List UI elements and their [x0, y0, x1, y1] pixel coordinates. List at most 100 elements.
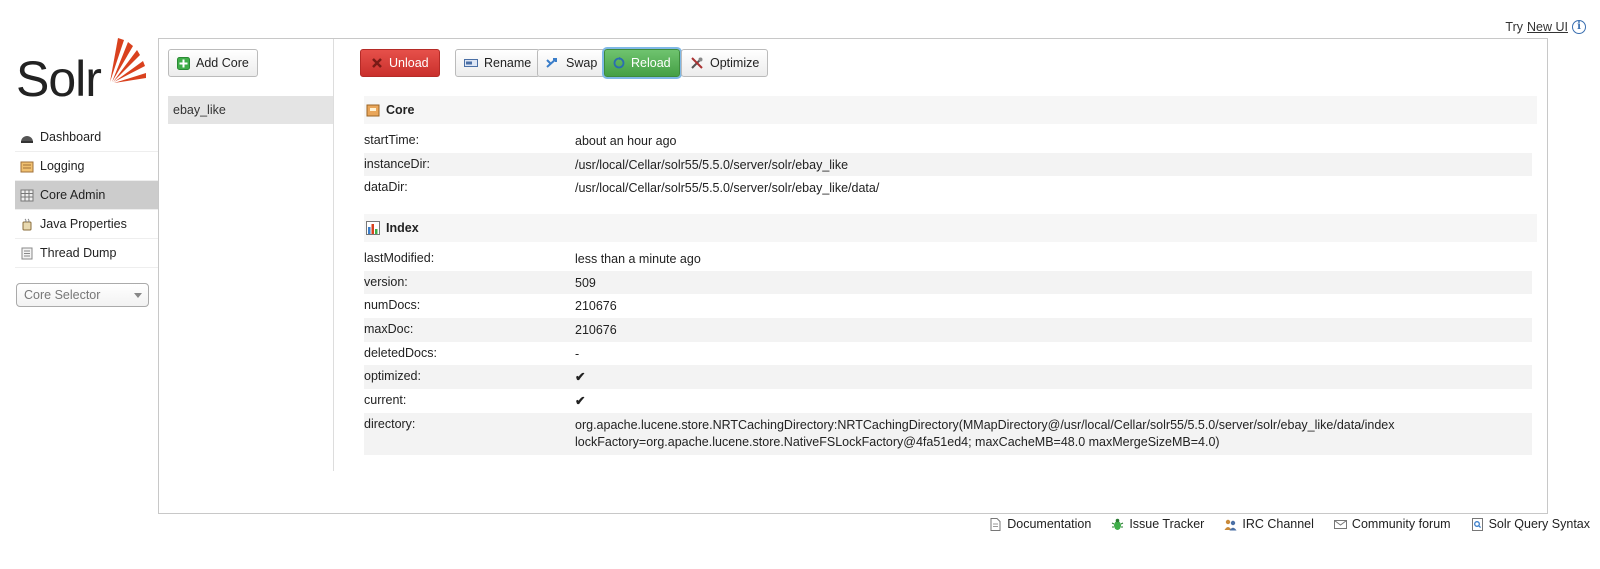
- property-key: startTime:: [364, 133, 420, 147]
- rename-label: Rename: [484, 56, 532, 70]
- rename-icon: [464, 59, 478, 67]
- footer-link-label: Documentation: [1007, 517, 1092, 531]
- core-admin-panel: Add Core ebay_like Unload Rename Swap Re…: [158, 38, 1548, 514]
- property-value: less than a minute ago: [575, 252, 701, 266]
- nav-label: Logging: [40, 159, 85, 173]
- nav-item-logging[interactable]: Logging: [15, 152, 160, 181]
- property-value: org.apache.lucene.store.NRTCachingDirect…: [575, 417, 1395, 449]
- logging-icon: [20, 161, 34, 172]
- property-key: deletedDocs:: [364, 345, 437, 360]
- core-list-item[interactable]: ebay_like: [168, 96, 333, 124]
- property-row: current: ✔: [364, 389, 1532, 413]
- rename-button[interactable]: Rename: [455, 49, 541, 77]
- nav-label: Thread Dump: [40, 246, 117, 260]
- index-section-header: Index: [364, 214, 1537, 242]
- documentation-icon: [990, 517, 1001, 531]
- logo-text: Solr: [16, 51, 102, 107]
- thread-dump-icon: [21, 247, 33, 259]
- nav-item-core-admin[interactable]: Core Admin: [15, 181, 160, 210]
- unload-button[interactable]: Unload: [360, 49, 440, 77]
- bug-icon: [1112, 518, 1124, 530]
- property-key: maxDoc:: [364, 322, 414, 337]
- solr-sun-icon: [110, 38, 146, 83]
- footer-link-solr-query-syntax[interactable]: Solr Query Syntax: [1471, 517, 1590, 531]
- reload-icon: [613, 57, 625, 69]
- property-row: maxDoc: 210676: [364, 318, 1532, 342]
- footer-link-label: IRC Channel: [1242, 517, 1314, 531]
- property-key: optimized:: [364, 369, 421, 384]
- optimize-label: Optimize: [710, 56, 760, 70]
- cores-list: Add Core ebay_like: [159, 39, 334, 471]
- footer-link-label: Issue Tracker: [1129, 517, 1205, 531]
- footer-link-irc-channel[interactable]: IRC Channel: [1224, 517, 1314, 531]
- nav-item-java-properties[interactable]: Java Properties: [15, 210, 160, 239]
- property-row: deletedDocs: -: [364, 342, 1532, 366]
- add-core-button[interactable]: Add Core: [168, 49, 258, 77]
- core-selector[interactable]: Core Selector: [16, 283, 149, 307]
- core-box-icon: [366, 104, 380, 117]
- bar-chart-icon: [366, 221, 380, 235]
- core-admin-icon: [20, 189, 34, 201]
- checkmark-icon: ✔: [575, 394, 586, 409]
- add-core-label: Add Core: [196, 56, 249, 70]
- irc-icon: [1224, 519, 1237, 530]
- core-properties: startTime: about an hour ago instanceDir…: [364, 129, 1532, 200]
- property-value: /usr/local/Cellar/solr55/5.5.0/server/so…: [575, 181, 880, 196]
- property-row: optimized: ✔: [364, 365, 1532, 390]
- chevron-down-icon: [134, 292, 142, 298]
- property-key: version:: [364, 274, 408, 289]
- property-value: /usr/local/Cellar/solr55/5.5.0/server/so…: [575, 157, 849, 172]
- index-section-title: Index: [386, 221, 419, 235]
- property-value: 210676: [575, 323, 617, 338]
- reload-button[interactable]: Reload: [604, 49, 680, 77]
- property-key: numDocs:: [364, 298, 421, 313]
- reload-label: Reload: [631, 56, 671, 70]
- property-row: numDocs: 210676: [364, 294, 1532, 318]
- optimize-button[interactable]: Optimize: [681, 49, 769, 77]
- property-value: 210676: [575, 299, 617, 314]
- core-name: ebay_like: [173, 103, 226, 117]
- checkmark-icon: ✔: [575, 370, 586, 385]
- plus-icon: [177, 56, 190, 70]
- property-value: about an hour ago: [575, 134, 677, 148]
- property-row: startTime: about an hour ago: [364, 129, 1532, 153]
- property-value: -: [575, 346, 580, 361]
- index-properties: lastModified: less than a minute ago ver…: [364, 247, 1532, 455]
- nav-label: Core Admin: [40, 188, 106, 202]
- property-key: current:: [364, 393, 407, 408]
- core-selector-placeholder: Core Selector: [24, 288, 101, 302]
- footer-link-label: Solr Query Syntax: [1488, 517, 1590, 531]
- java-properties-icon: [22, 218, 32, 230]
- nav-item-dashboard[interactable]: Dashboard: [15, 123, 160, 152]
- property-key: instanceDir:: [364, 156, 430, 171]
- try-new-ui-bar: Try New UI i: [1505, 20, 1586, 34]
- footer-link-documentation[interactable]: Documentation: [989, 517, 1091, 531]
- core-section-header: Core: [364, 96, 1537, 124]
- info-icon[interactable]: i: [1572, 20, 1586, 34]
- dashboard-icon: [21, 135, 33, 143]
- property-row: lastModified: less than a minute ago: [364, 247, 1532, 271]
- mail-icon: [1333, 519, 1347, 529]
- property-key: dataDir:: [364, 180, 408, 195]
- swap-icon: [546, 58, 557, 68]
- new-ui-link[interactable]: New UI: [1527, 20, 1568, 34]
- property-key: directory:: [364, 416, 416, 431]
- try-label: Try: [1505, 20, 1524, 34]
- nav-label: Java Properties: [40, 217, 127, 231]
- swap-button[interactable]: Swap: [537, 49, 607, 77]
- property-row: dataDir: /usr/local/Cellar/solr55/5.5.0/…: [364, 176, 1532, 200]
- property-row: directory: org.apache.lucene.store.NRTCa…: [364, 412, 1532, 455]
- property-value: 509: [575, 275, 596, 290]
- solr-logo[interactable]: Solr: [14, 36, 146, 107]
- nav-item-thread-dump[interactable]: Thread Dump: [15, 239, 160, 268]
- footer-link-label: Community forum: [1351, 517, 1451, 531]
- swap-label: Swap: [566, 56, 598, 70]
- footer-links: Documentation Issue Tracker IRC Channel …: [989, 517, 1590, 531]
- unload-label: Unload: [389, 56, 429, 70]
- tools-icon: [691, 57, 703, 69]
- query-syntax-icon: [1471, 517, 1483, 531]
- main-nav: Dashboard Logging Core Admin Java Proper…: [15, 123, 160, 268]
- footer-link-community-forum[interactable]: Community forum: [1333, 517, 1451, 531]
- nav-label: Dashboard: [40, 130, 102, 144]
- footer-link-issue-tracker[interactable]: Issue Tracker: [1111, 517, 1204, 531]
